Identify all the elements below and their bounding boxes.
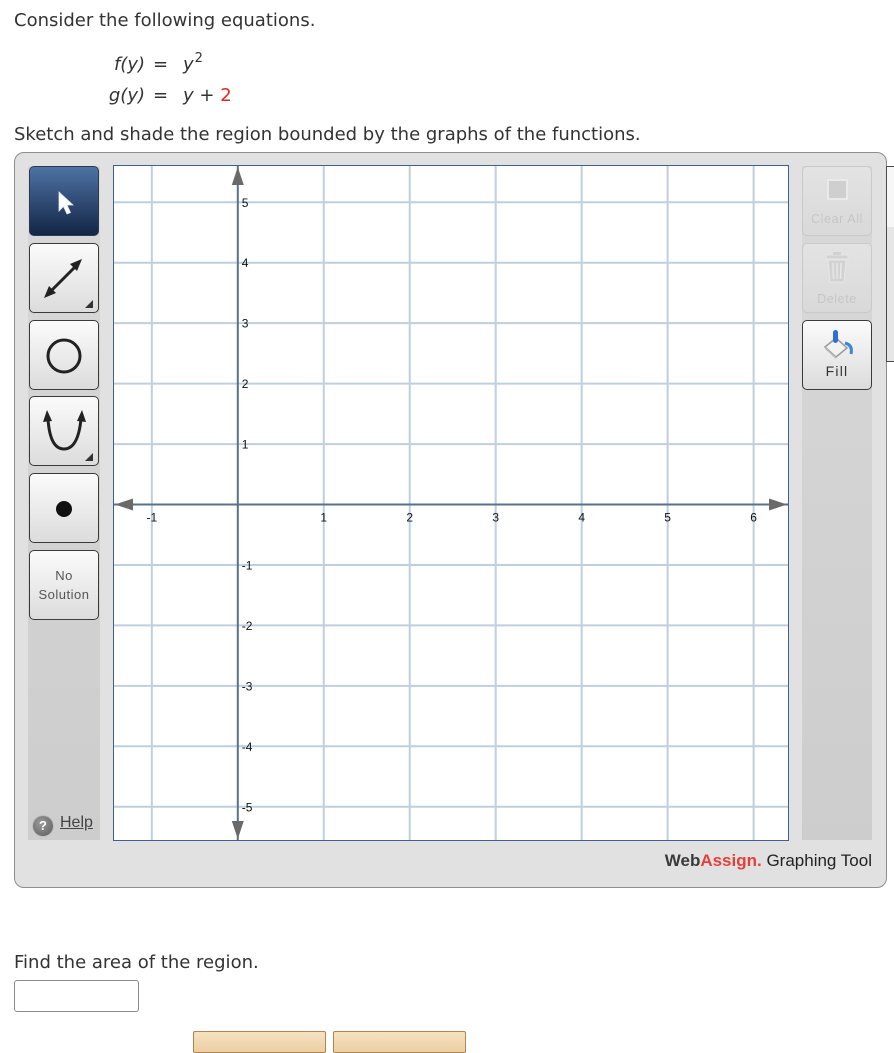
clear-all-button[interactable]: Clear All xyxy=(802,166,872,236)
submenu-triangle-icon xyxy=(85,453,93,461)
y-tick-label: 1 xyxy=(242,438,249,452)
y-tick-label: 2 xyxy=(242,377,249,391)
no-solution-label: No Solution xyxy=(30,566,98,604)
y-tick-label: -3 xyxy=(242,679,253,693)
brand-product: Graphing Tool xyxy=(761,851,872,870)
circle-tool-button[interactable] xyxy=(29,320,99,390)
point-icon xyxy=(56,501,72,517)
y-tick-label: -5 xyxy=(242,800,253,814)
equation-f-rhs: y2 xyxy=(183,51,203,75)
y-axis-up-arrow-icon xyxy=(231,167,244,185)
equation-g-op: + xyxy=(193,85,221,106)
help-link[interactable]: Help xyxy=(60,814,93,832)
x-tick-label: 2 xyxy=(406,511,413,525)
x-axis-left-arrow-icon xyxy=(115,498,133,511)
submenu-triangle-icon xyxy=(85,300,93,308)
parabola-icon xyxy=(43,410,93,461)
equation-g-constant: 2 xyxy=(220,85,232,106)
x-tick-label: 3 xyxy=(492,511,499,525)
fill-label: Fill xyxy=(825,363,849,379)
delete-label: Delete xyxy=(817,292,857,306)
circle-icon xyxy=(46,338,82,374)
no-solution-line2: Solution xyxy=(38,587,90,602)
clear-all-label: Clear All xyxy=(811,212,863,226)
no-solution-button[interactable]: No Solution xyxy=(29,550,99,620)
parabola-tool-button[interactable] xyxy=(29,396,99,466)
x-tick-label: 5 xyxy=(664,511,671,525)
y-tick-label: -4 xyxy=(242,740,253,754)
x-tick-label: 6 xyxy=(750,511,757,525)
bottom-button-2[interactable] xyxy=(333,1031,466,1053)
line-tool-button[interactable] xyxy=(29,243,99,313)
offscreen-panel-edge xyxy=(886,166,894,362)
graph-canvas[interactable]: -1 1 2 3 4 5 6 -5 -4 -3 -2 -1 1 2 3 4 5 xyxy=(113,165,789,841)
equation-f: f(y) = y2 xyxy=(0,51,300,78)
equation-g: g(y) = y + 2 xyxy=(0,85,300,109)
equation-f-var: y xyxy=(183,54,194,75)
x-tick-label: 4 xyxy=(578,511,585,525)
y-tick-label: 4 xyxy=(242,256,249,270)
fill-button[interactable]: Fill xyxy=(802,320,872,390)
instruction-text: Sketch and shade the region bounded by t… xyxy=(14,124,641,145)
equation-g-rhs: y + 2 xyxy=(183,85,232,106)
equation-g-var: y xyxy=(183,85,194,106)
area-question-label: Find the area of the region. xyxy=(14,952,259,973)
intro-text: Consider the following equations. xyxy=(14,10,316,31)
pointer-arrow-icon xyxy=(58,191,75,215)
brand-web: Web xyxy=(664,851,701,870)
webassign-brand: WebAssign. Graphing Tool xyxy=(665,851,872,871)
area-answer-input[interactable] xyxy=(14,980,139,1012)
delete-button[interactable]: Delete xyxy=(802,243,872,313)
y-tick-label: -2 xyxy=(242,619,253,633)
y-tick-label: 5 xyxy=(242,196,249,210)
x-tick-label: -1 xyxy=(146,511,157,525)
x-tick-label: 1 xyxy=(320,511,327,525)
equation-f-lhs: f(y) xyxy=(113,54,145,75)
y-tick-label: -1 xyxy=(242,558,253,572)
pointer-tool-button[interactable] xyxy=(29,166,99,236)
equation-g-equals: = xyxy=(153,85,169,106)
line-tool-icon xyxy=(44,259,93,308)
y-axis-down-arrow-icon xyxy=(231,821,244,839)
point-tool-button[interactable] xyxy=(29,473,99,543)
equation-g-lhs: g(y) xyxy=(108,85,145,106)
no-solution-line1: No xyxy=(55,568,73,583)
help-icon[interactable]: ? xyxy=(33,816,53,836)
equation-f-exponent: 2 xyxy=(194,51,203,66)
brand-assign: Assign. xyxy=(700,851,762,870)
x-axis-right-arrow-icon xyxy=(769,498,787,511)
equation-f-equals: = xyxy=(153,54,169,75)
graph-svg[interactable]: -1 1 2 3 4 5 6 -5 -4 -3 -2 -1 1 2 3 4 5 xyxy=(114,166,788,840)
bottom-button-1[interactable] xyxy=(193,1031,326,1053)
y-tick-label: 3 xyxy=(242,317,249,331)
